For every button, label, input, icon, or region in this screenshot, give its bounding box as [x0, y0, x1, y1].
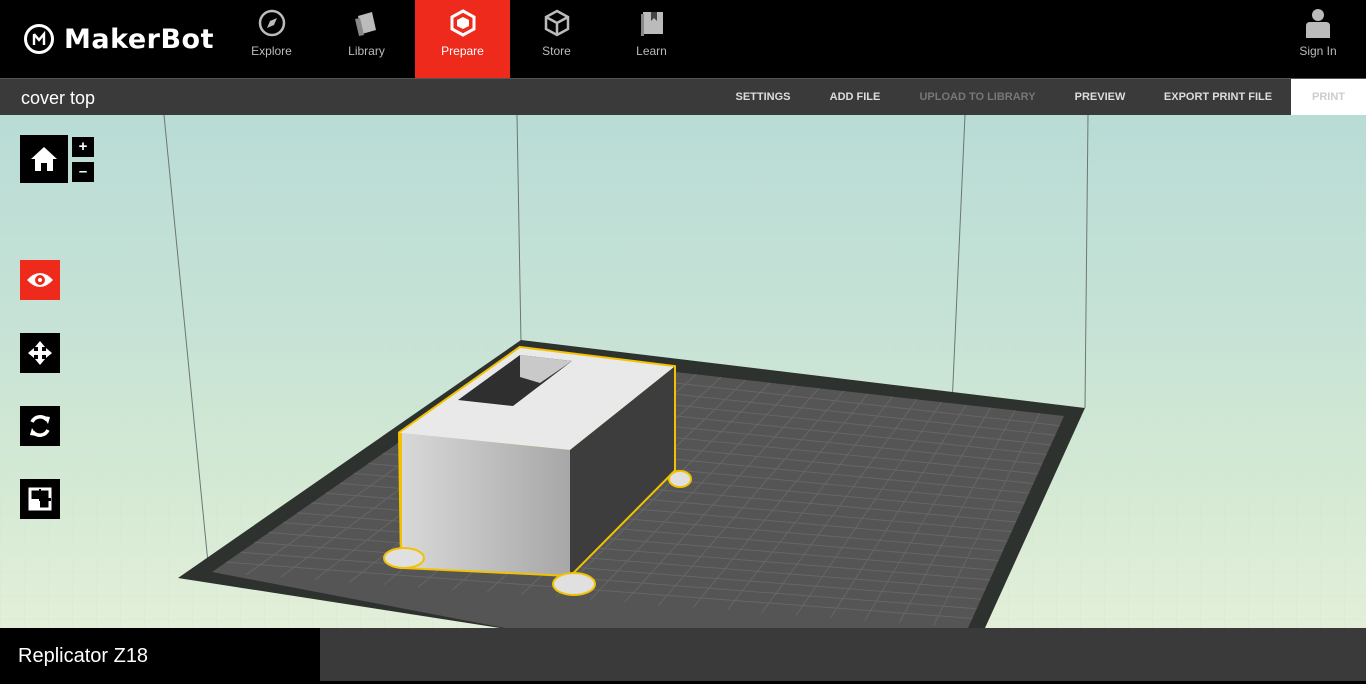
build-scene[interactable]	[0, 115, 1366, 628]
printer-selector[interactable]: Replicator Z18	[0, 628, 320, 681]
scale-tool-button[interactable]	[20, 479, 60, 519]
file-toolbar: cover top SETTINGS ADD FILE UPLOAD TO LI…	[0, 78, 1366, 115]
makerbot-m-icon	[24, 24, 54, 54]
settings-button[interactable]: SETTINGS	[722, 79, 804, 115]
sign-in-button[interactable]: Sign In	[1290, 0, 1346, 78]
nav-store-label: Store	[542, 44, 571, 58]
status-bar: Replicator Z18	[0, 628, 1366, 681]
top-nav-bar: MakerBot Explore Library Prepare Store L…	[0, 0, 1366, 78]
eye-icon	[27, 273, 53, 287]
nav-learn[interactable]: Learn	[604, 0, 699, 78]
home-icon	[31, 147, 57, 171]
home-view-button[interactable]	[20, 135, 68, 183]
makerbot-logo[interactable]: MakerBot	[24, 22, 214, 56]
user-icon	[1306, 9, 1330, 38]
nav-prepare[interactable]: Prepare	[415, 0, 510, 78]
upload-to-library-button[interactable]: UPLOAD TO LIBRARY	[906, 79, 1049, 115]
3d-viewport[interactable]: + –	[0, 115, 1366, 628]
book-icon	[641, 12, 663, 36]
nav-library-label: Library	[348, 44, 385, 58]
nav-library[interactable]: Library	[319, 0, 414, 78]
nav-store[interactable]: Store	[509, 0, 604, 78]
file-title: cover top	[21, 88, 96, 108]
prepare-cube-icon	[450, 9, 476, 37]
move-tool-button[interactable]	[20, 333, 60, 373]
rotate-tool-button[interactable]	[20, 406, 60, 446]
move-arrows-icon	[28, 341, 52, 365]
rotate-icon	[30, 415, 50, 437]
add-file-button[interactable]: ADD FILE	[818, 79, 892, 115]
zoom-in-button[interactable]: +	[72, 137, 94, 157]
nav-explore[interactable]: Explore	[224, 0, 319, 78]
view-tool-button[interactable]	[20, 260, 60, 300]
zoom-out-button[interactable]: –	[72, 162, 94, 182]
preview-button[interactable]: PREVIEW	[1063, 79, 1137, 115]
nav-learn-label: Learn	[636, 44, 667, 58]
brand-name: MakerBot	[64, 23, 214, 55]
export-print-file-button[interactable]: EXPORT PRINT FILE	[1151, 79, 1285, 115]
library-stack-icon	[355, 12, 376, 36]
nav-prepare-label: Prepare	[441, 44, 484, 58]
store-cube-icon	[544, 9, 570, 37]
sign-in-label: Sign In	[1299, 44, 1337, 58]
nav-explore-label: Explore	[251, 44, 292, 58]
compass-icon	[258, 9, 286, 37]
print-button[interactable]: PRINT	[1291, 79, 1366, 115]
scale-icon	[28, 487, 52, 511]
